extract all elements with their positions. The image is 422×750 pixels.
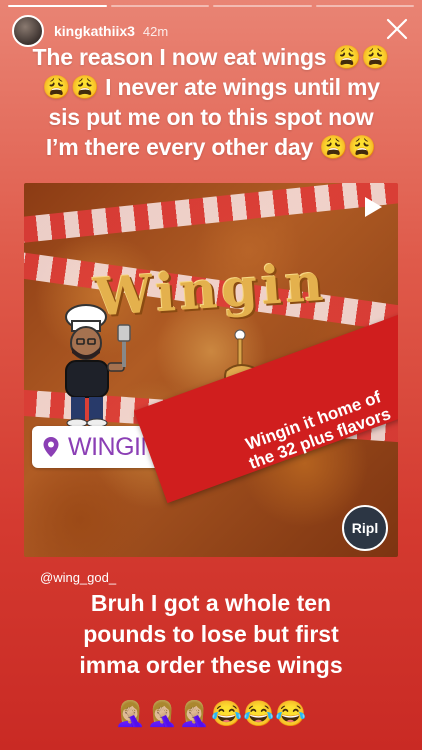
post-time: 42m <box>142 23 169 39</box>
close-icon[interactable] <box>384 16 410 42</box>
emoji-row: 🤦🏼‍♀️🤦🏼‍♀️🤦🏼‍♀️😂😂😂 <box>114 700 308 728</box>
mention-tag[interactable]: @wing_god_ <box>40 570 116 585</box>
caption-line: The reason I now eat wings 😩😩 <box>32 44 390 70</box>
shared-post[interactable]: Wingin WINGIN IT Wingin it home of the 3… <box>24 183 398 557</box>
caption-line: sis put me on to this spot now <box>48 104 374 130</box>
chef-bitmoji-sticker <box>65 304 131 428</box>
progress-segment <box>213 5 312 7</box>
location-pin-icon <box>43 437 59 457</box>
caption-line: 😩😩 I never ate wings until my <box>42 74 380 100</box>
checkered-paper <box>24 183 398 246</box>
username[interactable]: kingkathiix3 <box>54 23 135 39</box>
caption-line: pounds to lose but first <box>83 621 339 647</box>
progress-segment <box>8 5 107 7</box>
bottom-caption: Bruh I got a whole ten pounds to lose bu… <box>10 588 412 681</box>
story-progress-bar <box>8 5 414 7</box>
caption-line: I’m there every other day 😩😩 <box>45 134 377 160</box>
story-caption: The reason I now eat wings 😩😩 😩😩 I never… <box>14 42 408 162</box>
progress-segment <box>110 5 209 7</box>
caption-line: imma order these wings <box>79 652 343 678</box>
ripl-badge: Ripl <box>342 505 388 551</box>
caption-line: Bruh I got a whole ten <box>90 590 332 616</box>
progress-segment <box>315 5 414 7</box>
play-icon[interactable] <box>362 195 384 219</box>
